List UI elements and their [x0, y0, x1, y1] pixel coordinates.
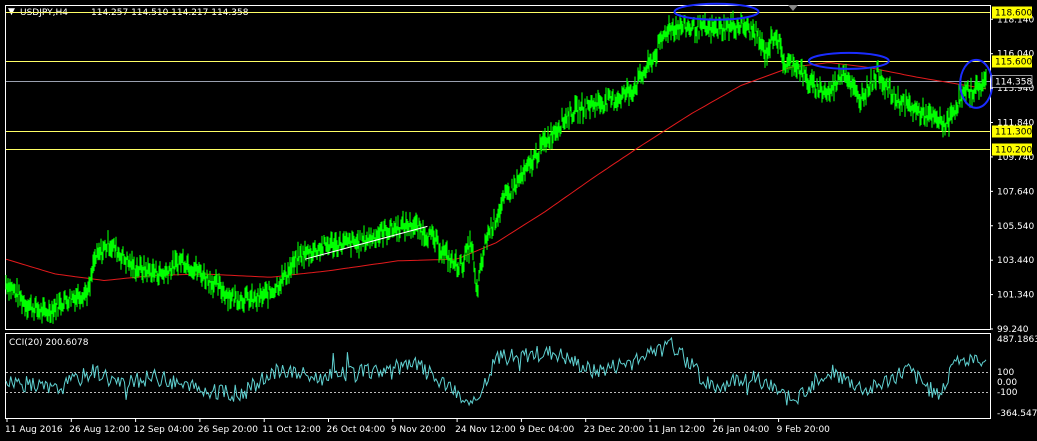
annotation-ellipse-1[interactable]	[807, 51, 890, 70]
trendline[interactable]	[304, 225, 428, 260]
cci-title: CCI(20) 200.6078	[9, 338, 89, 348]
price-axis-label-6: 105.540	[997, 222, 1034, 232]
price-series-layer	[5, 10, 987, 324]
current-price-tag-label: 114.358	[995, 78, 1032, 88]
cci-axis[interactable]: 487.1863 1000.00-100 -364.5479	[997, 335, 1037, 419]
price-series	[5, 10, 987, 324]
time-axis-label-5: 26 Oct 04:00	[327, 425, 386, 435]
level-tag-label-3: 110.200	[995, 146, 1032, 156]
main-panel-frame	[5, 5, 991, 330]
cci-series-layer	[5, 336, 987, 407]
cci-axis-label-0: 487.1863	[997, 335, 1037, 345]
cci-line	[5, 336, 987, 407]
level-tag-label-1: 115.600	[995, 58, 1032, 68]
shift-marker-icon[interactable]	[788, 5, 798, 11]
moving-average-layer	[5, 62, 987, 282]
time-axis-label-10: 11 Jan 12:00	[648, 425, 705, 435]
mt4-chart-window: { "header": { "symbol_timeframe": "USDJP…	[0, 0, 1037, 441]
trendline-layer[interactable]	[304, 225, 428, 260]
chart-canvas[interactable]: ▼ USDJPY,H4 114.257 114.510 114.217 114.…	[0, 0, 1037, 441]
time-axis-label-2: 12 Sep 04:00	[134, 425, 194, 435]
cci-axis-label-4: -364.5479	[997, 409, 1037, 419]
time-axis-label-3: 26 Sep 20:00	[198, 425, 258, 435]
cci-panel-frame	[5, 333, 991, 419]
cci-axis-label-3: -100	[997, 388, 1018, 398]
time-axis-label-7: 24 Nov 12:00	[455, 425, 516, 435]
cci-axis-label-2: 0.00	[997, 378, 1017, 388]
time-axis-label-8: 9 Dec 04:00	[519, 425, 574, 435]
price-axis-label-8: 101.340	[997, 291, 1034, 301]
time-axis-label-0: 11 Aug 2016	[5, 425, 63, 435]
level-price-tags: 118.600 115.600 111.300 110.200 114.358	[991, 6, 1032, 156]
price-axis-label-7: 103.440	[997, 256, 1034, 266]
cci-axis-label-1: 100	[997, 368, 1014, 378]
time-axis-label-9: 23 Dec 20:00	[584, 425, 645, 435]
price-axis-label-5: 107.640	[997, 187, 1034, 197]
time-axis-label-6: 9 Nov 20:00	[391, 425, 446, 435]
time-axis-label-12: 9 Feb 20:00	[777, 425, 831, 435]
moving-average-line	[5, 62, 987, 282]
level-tag-label-0: 118.600	[995, 9, 1032, 19]
time-axis[interactable]: 11 Aug 2016 26 Aug 12:00 12 Sep 04:00 26 Se…	[5, 418, 830, 435]
level-tag-label-2: 111.300	[995, 128, 1032, 138]
annotation-ellipses-layer[interactable]	[673, 2, 994, 109]
time-axis-label-11: 26 Jan 04:00	[712, 425, 769, 435]
price-axis-label-9: 99.240	[997, 325, 1029, 335]
time-axis-label-4: 11 Oct 12:00	[262, 425, 321, 435]
time-axis-label-1: 26 Aug 12:00	[69, 425, 130, 435]
